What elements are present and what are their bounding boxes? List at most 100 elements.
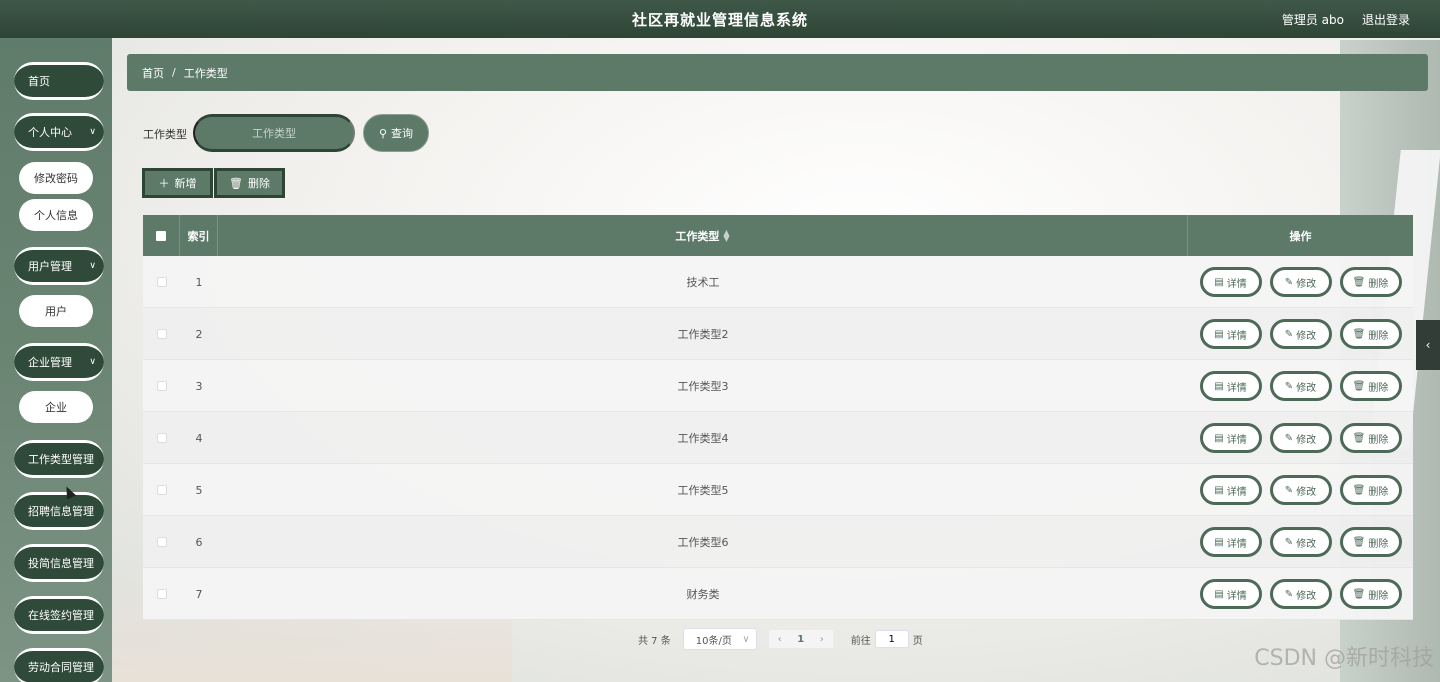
edit-button-label: 修改	[1296, 278, 1317, 290]
prev-page-button[interactable]: ‹	[768, 630, 791, 648]
sidebar-item-recruit-mgmt[interactable]: 招聘信息管理	[14, 492, 104, 530]
add-button[interactable]: ＋ 新增	[142, 168, 213, 198]
detail-button-label: 详情	[1226, 434, 1247, 446]
pagination-total: 共 7 条	[638, 635, 671, 647]
document-icon: ▤	[1214, 328, 1224, 340]
row-select-cell[interactable]	[143, 256, 180, 308]
goto-page-input[interactable]	[874, 630, 909, 648]
trash-icon: 🗑	[1352, 276, 1366, 288]
sidebar-item-label: 用户管理	[28, 260, 72, 273]
pencil-icon: ✎	[1284, 588, 1294, 600]
delete-button[interactable]: 🗑 删除	[1339, 371, 1402, 401]
sidebar-item-contract-mgmt[interactable]: 劳动合同管理	[14, 648, 104, 682]
jobtype-table: 索引 工作类型 ▲ ▼ 操作 1 技术工 ▤ 详情 ✎ 修改 🗑 删除 2 工作类型2 …	[143, 215, 1413, 620]
edit-button[interactable]: ✎ 修改	[1269, 423, 1332, 453]
delete-button[interactable]: 🗑 删除	[1339, 579, 1402, 609]
sidebar-subitem-personal-info[interactable]: 个人信息	[19, 199, 93, 231]
sidebar-item-sign-mgmt[interactable]: 在线签约管理	[14, 596, 104, 634]
sidebar-subitem-change-password[interactable]: 修改密码	[19, 162, 93, 194]
delete-button[interactable]: 🗑 删除	[1339, 423, 1402, 453]
row-select-cell[interactable]	[143, 568, 180, 620]
sidebar-item-label: 工作类型管理	[28, 453, 94, 466]
row-checkbox[interactable]	[156, 485, 167, 495]
edit-button[interactable]: ✎ 修改	[1269, 527, 1332, 557]
page-size-select[interactable]: 10条/页 ∨	[682, 628, 757, 650]
pagination: 共 7 条 10条/页 ∨ ‹ 1 › 前往 页	[638, 628, 923, 650]
header-type[interactable]: 工作类型 ▲ ▼	[218, 215, 1188, 256]
detail-button[interactable]: ▤ 详情	[1199, 371, 1262, 401]
sidebar-item-home[interactable]: 首页	[14, 62, 104, 100]
trash-icon: 🗑	[1352, 588, 1366, 600]
sidebar-subitem-label: 企业	[45, 401, 67, 414]
sidebar-item-label: 投简信息管理	[28, 557, 94, 570]
detail-button[interactable]: ▤ 详情	[1199, 579, 1262, 609]
detail-button[interactable]: ▤ 详情	[1199, 527, 1262, 557]
filter-label: 工作类型	[143, 128, 187, 141]
delete-button[interactable]: 🗑 删除	[1339, 475, 1402, 505]
document-icon: ▤	[1214, 588, 1224, 600]
collapse-panel-tab[interactable]: ‹	[1416, 320, 1440, 370]
header-select-all[interactable]	[143, 215, 180, 256]
breadcrumb-home[interactable]: 首页	[142, 65, 164, 81]
sidebar-item-label: 劳动合同管理	[28, 661, 94, 674]
sidebar-item-company-mgmt[interactable]: 企业管理 ∨	[14, 343, 104, 381]
row-type: 工作类型5	[677, 484, 729, 497]
edit-button-label: 修改	[1296, 590, 1317, 602]
logout-link[interactable]: 退出登录	[1362, 11, 1410, 28]
delete-button[interactable]: 🗑 删除	[1339, 267, 1402, 297]
sidebar-item-personal[interactable]: 个人中心 ∨	[14, 113, 104, 151]
row-select-cell[interactable]	[143, 516, 180, 568]
query-button[interactable]: ⚲ 查询	[363, 114, 429, 152]
document-icon: ▤	[1214, 536, 1224, 548]
batch-delete-button[interactable]: 🗑 删除	[214, 168, 285, 198]
delete-button[interactable]: 🗑 删除	[1339, 527, 1402, 557]
detail-button[interactable]: ▤ 详情	[1199, 319, 1262, 349]
jobtype-search-input[interactable]	[193, 114, 355, 152]
row-select-cell[interactable]	[143, 464, 180, 516]
detail-button[interactable]: ▤ 详情	[1199, 267, 1262, 297]
row-select-cell[interactable]	[143, 360, 180, 412]
row-ops: ▤ 详情 ✎ 修改 🗑 删除	[1188, 308, 1413, 360]
breadcrumb-current: 工作类型	[183, 66, 228, 80]
edit-button[interactable]: ✎ 修改	[1269, 267, 1332, 297]
trash-icon: 🗑	[1352, 380, 1366, 392]
detail-button-label: 详情	[1226, 278, 1247, 290]
row-select-cell[interactable]	[143, 412, 180, 464]
edit-button[interactable]: ✎ 修改	[1269, 319, 1332, 349]
row-checkbox[interactable]	[156, 381, 167, 391]
sort-icon[interactable]: ▲ ▼	[723, 228, 729, 242]
row-checkbox[interactable]	[156, 537, 167, 547]
edit-button[interactable]: ✎ 修改	[1269, 475, 1332, 505]
detail-button[interactable]: ▤ 详情	[1199, 423, 1262, 453]
sidebar-item-label: 在线签约管理	[28, 609, 94, 622]
row-checkbox[interactable]	[156, 589, 167, 599]
edit-button-label: 修改	[1296, 382, 1317, 394]
row-checkbox[interactable]	[156, 277, 167, 287]
trash-icon: 🗑	[1352, 536, 1366, 548]
pencil-icon: ✎	[1284, 276, 1294, 288]
next-page-button[interactable]: ›	[810, 630, 833, 648]
chevron-right-icon: ›	[819, 633, 824, 645]
detail-button[interactable]: ▤ 详情	[1199, 475, 1262, 505]
row-checkbox[interactable]	[156, 329, 167, 339]
sidebar-subitem-company[interactable]: 企业	[19, 391, 93, 423]
delete-button-label: 删除	[1368, 434, 1389, 446]
delete-button[interactable]: 🗑 删除	[1339, 319, 1402, 349]
header-index: 索引	[180, 215, 218, 256]
sidebar-item-user-mgmt[interactable]: 用户管理 ∨	[14, 247, 104, 285]
row-ops: ▤ 详情 ✎ 修改 🗑 删除	[1188, 360, 1413, 412]
select-all-checkbox[interactable]	[156, 230, 166, 241]
row-checkbox[interactable]	[156, 433, 167, 443]
edit-button[interactable]: ✎ 修改	[1269, 579, 1332, 609]
trash-icon: 🗑	[229, 176, 243, 190]
sidebar-item-jobtype-mgmt[interactable]: 工作类型管理	[14, 440, 104, 478]
sidebar-subitem-user[interactable]: 用户	[19, 295, 93, 327]
page-number[interactable]: 1	[790, 630, 811, 648]
row-select-cell[interactable]	[143, 308, 180, 360]
top-header: 社区再就业管理信息系统 管理员 abo 退出登录	[0, 0, 1440, 38]
edit-button[interactable]: ✎ 修改	[1269, 371, 1332, 401]
watermark: CSDN @新时科技	[1254, 646, 1434, 671]
plus-icon: ＋	[158, 177, 170, 190]
sidebar-item-resume-mgmt[interactable]: 投简信息管理	[14, 544, 104, 582]
chevron-left-icon: ‹	[777, 633, 782, 645]
